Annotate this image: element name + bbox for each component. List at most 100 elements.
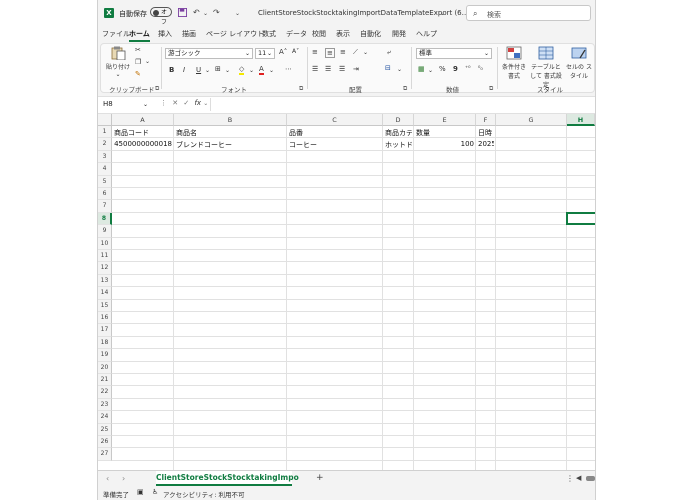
row-header[interactable]: 20 [98, 361, 112, 374]
quick-access-dropdown-icon[interactable]: ⌄ [235, 10, 240, 17]
tab-review[interactable]: 校閲 [312, 29, 326, 39]
conditional-formatting-button[interactable]: 条件付き 書式 [500, 46, 528, 80]
align-center-icon[interactable]: ☰ [325, 65, 331, 73]
column-header[interactable]: C [287, 114, 383, 126]
select-all-button[interactable] [98, 114, 112, 126]
row-header[interactable]: 14 [98, 287, 112, 300]
row-header[interactable]: 11 [98, 250, 112, 263]
row-header[interactable]: 27 [98, 448, 112, 461]
macro-record-icon[interactable]: ▣ [137, 488, 144, 496]
row-header[interactable]: 21 [98, 374, 112, 387]
add-sheet-icon[interactable]: + [316, 473, 324, 483]
scroll-right-icon[interactable]: › [122, 474, 125, 483]
more-icon[interactable]: ⋮ [160, 99, 167, 107]
alignment-launcher-icon[interactable]: ⧉ [403, 85, 407, 93]
header-cell[interactable]: 品番 [289, 128, 381, 138]
font-color-dropdown-icon[interactable]: ⌄ [269, 67, 274, 74]
header-cell[interactable]: 数量 [416, 128, 474, 138]
title-dropdown-icon[interactable]: ⌄ [440, 10, 445, 17]
wrap-text-icon[interactable]: ⤶ [387, 48, 391, 57]
save-icon[interactable] [178, 8, 187, 19]
tab-view[interactable]: 表示 [336, 29, 350, 39]
undo-icon[interactable]: ↶ [193, 8, 200, 17]
tab-draw[interactable]: 描画 [182, 29, 196, 39]
decrease-decimal-icon[interactable]: ⁰₀ [478, 65, 483, 72]
document-title[interactable]: ClientStoreStockStocktakingImportDataTem… [258, 9, 469, 17]
row-header[interactable]: 7 [98, 200, 112, 213]
header-cell[interactable]: 商品コード [114, 128, 172, 138]
worksheet-grid[interactable]: ABCDEFGHI1234567891011121314151617181920… [98, 114, 595, 470]
undo-dropdown-icon[interactable]: ⌄ [203, 10, 208, 17]
fx-dropdown-icon[interactable]: ⌄ [203, 100, 208, 107]
italic-icon[interactable]: I [183, 66, 185, 74]
tab-data[interactable]: データ [286, 29, 307, 39]
align-left-icon[interactable]: ☰ [312, 65, 318, 73]
font-color-icon[interactable]: A [259, 65, 264, 75]
column-header[interactable]: B [174, 114, 287, 126]
align-middle-icon[interactable]: ≡ [325, 48, 335, 58]
row-header[interactable]: 16 [98, 312, 112, 325]
font-name-select[interactable]: 游ゴシック ⌄ [165, 48, 253, 59]
font-launcher-icon[interactable]: ⧉ [299, 85, 303, 93]
bold-icon[interactable]: B [169, 66, 174, 74]
format-painter-icon[interactable]: ✎ [135, 70, 141, 78]
data-cell[interactable]: ホットドリンク [385, 140, 412, 150]
row-header[interactable]: 2 [98, 138, 112, 151]
formula-input[interactable] [210, 98, 595, 111]
number-launcher-icon[interactable]: ⧉ [489, 85, 493, 93]
autosave-toggle[interactable]: オフ [150, 7, 172, 26]
tab-formulas[interactable]: 数式 [262, 29, 276, 39]
scroll-left-icon[interactable]: ‹ [106, 474, 109, 483]
row-header[interactable]: 3 [98, 150, 112, 164]
tab-automate[interactable]: 自動化 [360, 29, 381, 39]
increase-decimal-icon[interactable]: ⁺⁰ [465, 65, 471, 72]
column-header[interactable]: H [567, 114, 595, 126]
header-cell[interactable]: 商品カテゴリ [385, 128, 412, 138]
more-font-icon[interactable]: ⋯ [285, 65, 292, 73]
row-header[interactable]: 13 [98, 274, 112, 288]
orientation-icon[interactable]: ⟋ [353, 48, 358, 57]
row-header[interactable]: 17 [98, 324, 112, 337]
data-cell[interactable]: 4500000000018 [114, 140, 172, 148]
cancel-icon[interactable]: ✕ [172, 99, 178, 107]
data-cell[interactable]: 2025-07-27 12:00 [478, 140, 494, 148]
row-header[interactable]: 4 [98, 163, 112, 176]
redo-icon[interactable]: ↷ [213, 8, 220, 17]
selected-cell[interactable] [566, 211, 595, 226]
orientation-dropdown-icon[interactable]: ⌄ [363, 49, 368, 56]
border-icon[interactable]: ⊞ [215, 65, 221, 73]
format-as-table-button[interactable]: テーブルとして 書式設定 [529, 46, 563, 89]
border-dropdown-icon[interactable]: ⌄ [225, 67, 230, 74]
row-header[interactable]: 19 [98, 349, 112, 362]
cell-styles-button[interactable]: セルの スタイル [565, 46, 593, 80]
header-cell[interactable]: 日時 [478, 128, 494, 138]
copy-icon[interactable]: ❐ [135, 58, 141, 66]
merge-center-icon[interactable]: ⊟ [385, 64, 391, 72]
percent-icon[interactable]: % [439, 65, 446, 73]
search-box[interactable]: ⌕ 検索 [466, 5, 591, 21]
comma-style-icon[interactable]: 9 [453, 65, 458, 73]
row-header[interactable]: 5 [98, 175, 112, 188]
align-bottom-icon[interactable]: ≡ [340, 48, 346, 56]
row-header[interactable]: 12 [98, 262, 112, 275]
tab-developer[interactable]: 開発 [392, 29, 406, 39]
enter-icon[interactable]: ✓ [183, 99, 189, 107]
paste-button[interactable]: 貼り付け ⌄ [105, 46, 131, 78]
accounting-format-icon[interactable]: ▦ [418, 65, 425, 73]
row-header[interactable]: 9 [98, 225, 112, 238]
accounting-dropdown-icon[interactable]: ⌄ [428, 67, 433, 74]
tab-help[interactable]: ヘルプ [416, 29, 437, 39]
column-header[interactable]: F [476, 114, 496, 126]
number-format-select[interactable]: 標準 ⌄ [416, 48, 492, 59]
tab-home[interactable]: ホーム [129, 29, 150, 42]
increase-font-icon[interactable]: A˄ [279, 48, 287, 56]
row-header[interactable]: 22 [98, 386, 112, 399]
horizontal-scrollbar-thumb[interactable] [586, 476, 595, 481]
accessibility-status[interactable]: アクセシビリティ: 利用不可 [163, 489, 245, 499]
row-header[interactable]: 23 [98, 398, 112, 412]
row-header[interactable]: 10 [98, 237, 112, 250]
underline-icon[interactable]: U [196, 66, 201, 74]
tab-page-layout[interactable]: ページ レイアウト [206, 29, 264, 39]
clipboard-launcher-icon[interactable]: ⧉ [155, 85, 159, 93]
tab-insert[interactable]: 挿入 [158, 29, 172, 39]
